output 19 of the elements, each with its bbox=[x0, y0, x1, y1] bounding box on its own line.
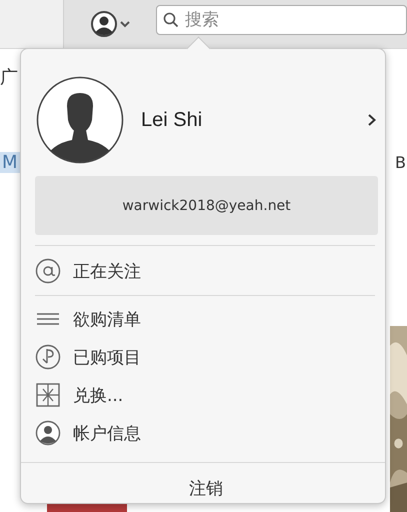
email-field: warwick2018@yeah.net bbox=[35, 176, 378, 235]
sign-out-button[interactable]: 注销 bbox=[189, 477, 223, 500]
at-icon bbox=[35, 258, 61, 284]
chevron-icon[interactable] bbox=[367, 113, 377, 127]
search-icon bbox=[163, 12, 179, 28]
menu-item[interactable]: 兑换... bbox=[35, 376, 377, 414]
person-icon bbox=[35, 420, 61, 446]
menu-item[interactable]: 正在关注 bbox=[35, 252, 377, 290]
menu-item[interactable]: 欲购清单 bbox=[35, 300, 377, 338]
list-text: 广 bbox=[0, 66, 18, 89]
menu-item[interactable]: 帐户信息 bbox=[35, 414, 377, 452]
user-name: Lei Shi bbox=[141, 108, 204, 132]
menu-item[interactable]: 已购项目 bbox=[35, 338, 377, 376]
list-text: B bbox=[395, 153, 406, 172]
search-field[interactable]: 搜索 bbox=[156, 5, 407, 35]
list-text: M bbox=[0, 152, 20, 173]
gift-card-icon bbox=[35, 382, 61, 408]
avatar-icon bbox=[36, 76, 124, 164]
download-circle-icon bbox=[35, 344, 61, 370]
